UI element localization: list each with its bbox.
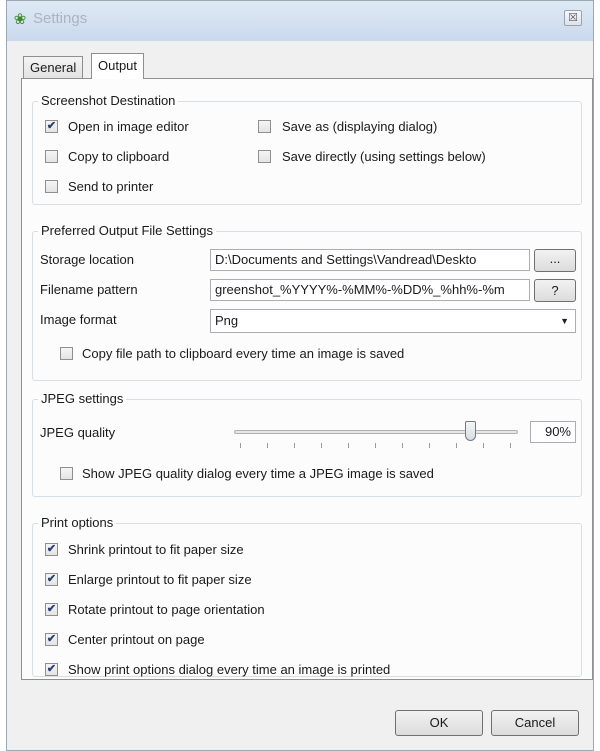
save-direct-label: Save directly (using settings below)	[282, 149, 486, 164]
slider-tick	[375, 443, 376, 448]
jpeg-quality-value[interactable]: 90%	[530, 421, 576, 443]
tab-output[interactable]: Output	[91, 53, 145, 79]
slider-tick	[321, 443, 322, 448]
save-as-label: Save as (displaying dialog)	[282, 119, 438, 134]
jpeg-dialog-checkbox[interactable]	[60, 467, 73, 480]
group-label-print: Print options	[38, 515, 117, 530]
filename-pattern-input[interactable]: greenshot_%YYYY%-%MM%-%DD%_%hh%-%m	[210, 279, 530, 301]
ok-button[interactable]: OK	[395, 710, 483, 736]
open-editor-checkbox[interactable]	[45, 120, 58, 133]
copy-path-label: Copy file path to clipboard every time a…	[82, 346, 405, 361]
send-printer-checkbox[interactable]	[45, 180, 58, 193]
jpeg-dialog-label: Show JPEG quality dialog every time a JP…	[82, 466, 434, 481]
print-dialog-label: Show print options dialog every time an …	[68, 662, 391, 677]
enlarge-label: Enlarge printout to fit paper size	[68, 572, 252, 587]
slider-tick	[240, 443, 241, 448]
tab-panel-output: Screenshot Destination Open in image edi…	[21, 78, 593, 680]
image-format-label: Image format	[40, 312, 117, 327]
slider-tick	[483, 443, 484, 448]
group-jpeg-settings	[32, 399, 582, 497]
jpeg-quality-label: JPEG quality	[40, 425, 116, 440]
slider-tick	[456, 443, 457, 448]
pattern-help-button[interactable]: ?	[534, 279, 576, 302]
image-format-select[interactable]: Png ▼	[210, 309, 576, 333]
group-label-output-file: Preferred Output File Settings	[38, 223, 216, 238]
shrink-label: Shrink printout to fit paper size	[68, 542, 244, 557]
slider-tick	[348, 443, 349, 448]
dropdown-arrow-icon: ▼	[560, 316, 569, 326]
center-checkbox[interactable]	[45, 633, 58, 646]
center-label: Center printout on page	[68, 632, 205, 647]
settings-window: ❀ Settings ☒ General Output Screenshot D…	[6, 0, 594, 751]
slider-tick	[510, 443, 511, 448]
slider-tick	[294, 443, 295, 448]
slider-tick	[267, 443, 268, 448]
close-button[interactable]: ☒	[564, 10, 582, 26]
storage-location-input[interactable]: D:\Documents and Settings\Vandread\Deskt…	[210, 249, 530, 271]
jpeg-quality-slider-thumb[interactable]	[464, 421, 476, 441]
slider-tick	[402, 443, 403, 448]
enlarge-checkbox[interactable]	[45, 573, 58, 586]
copy-path-checkbox[interactable]	[60, 347, 73, 360]
tab-general[interactable]: General	[23, 56, 84, 78]
storage-location-label: Storage location	[40, 252, 134, 267]
greenshot-icon: ❀	[13, 11, 27, 28]
shrink-checkbox[interactable]	[45, 543, 58, 556]
group-label-jpeg: JPEG settings	[38, 391, 127, 406]
title-bar: ❀ Settings ☒	[7, 1, 593, 41]
cancel-button[interactable]: Cancel	[491, 710, 579, 736]
save-as-checkbox[interactable]	[258, 120, 271, 133]
print-dialog-checkbox[interactable]	[45, 663, 58, 676]
copy-clipboard-label: Copy to clipboard	[68, 149, 170, 164]
send-printer-label: Send to printer	[68, 179, 154, 194]
filename-pattern-label: Filename pattern	[40, 282, 138, 297]
image-format-value: Png	[215, 313, 239, 328]
save-direct-checkbox[interactable]	[258, 150, 271, 163]
open-editor-label: Open in image editor	[68, 119, 189, 134]
rotate-checkbox[interactable]	[45, 603, 58, 616]
group-label-destination: Screenshot Destination	[38, 93, 179, 108]
slider-tick	[429, 443, 430, 448]
copy-clipboard-checkbox[interactable]	[45, 150, 58, 163]
browse-button[interactable]: ...	[534, 249, 576, 272]
window-title: Settings	[33, 10, 88, 27]
rotate-label: Rotate printout to page orientation	[68, 602, 265, 617]
